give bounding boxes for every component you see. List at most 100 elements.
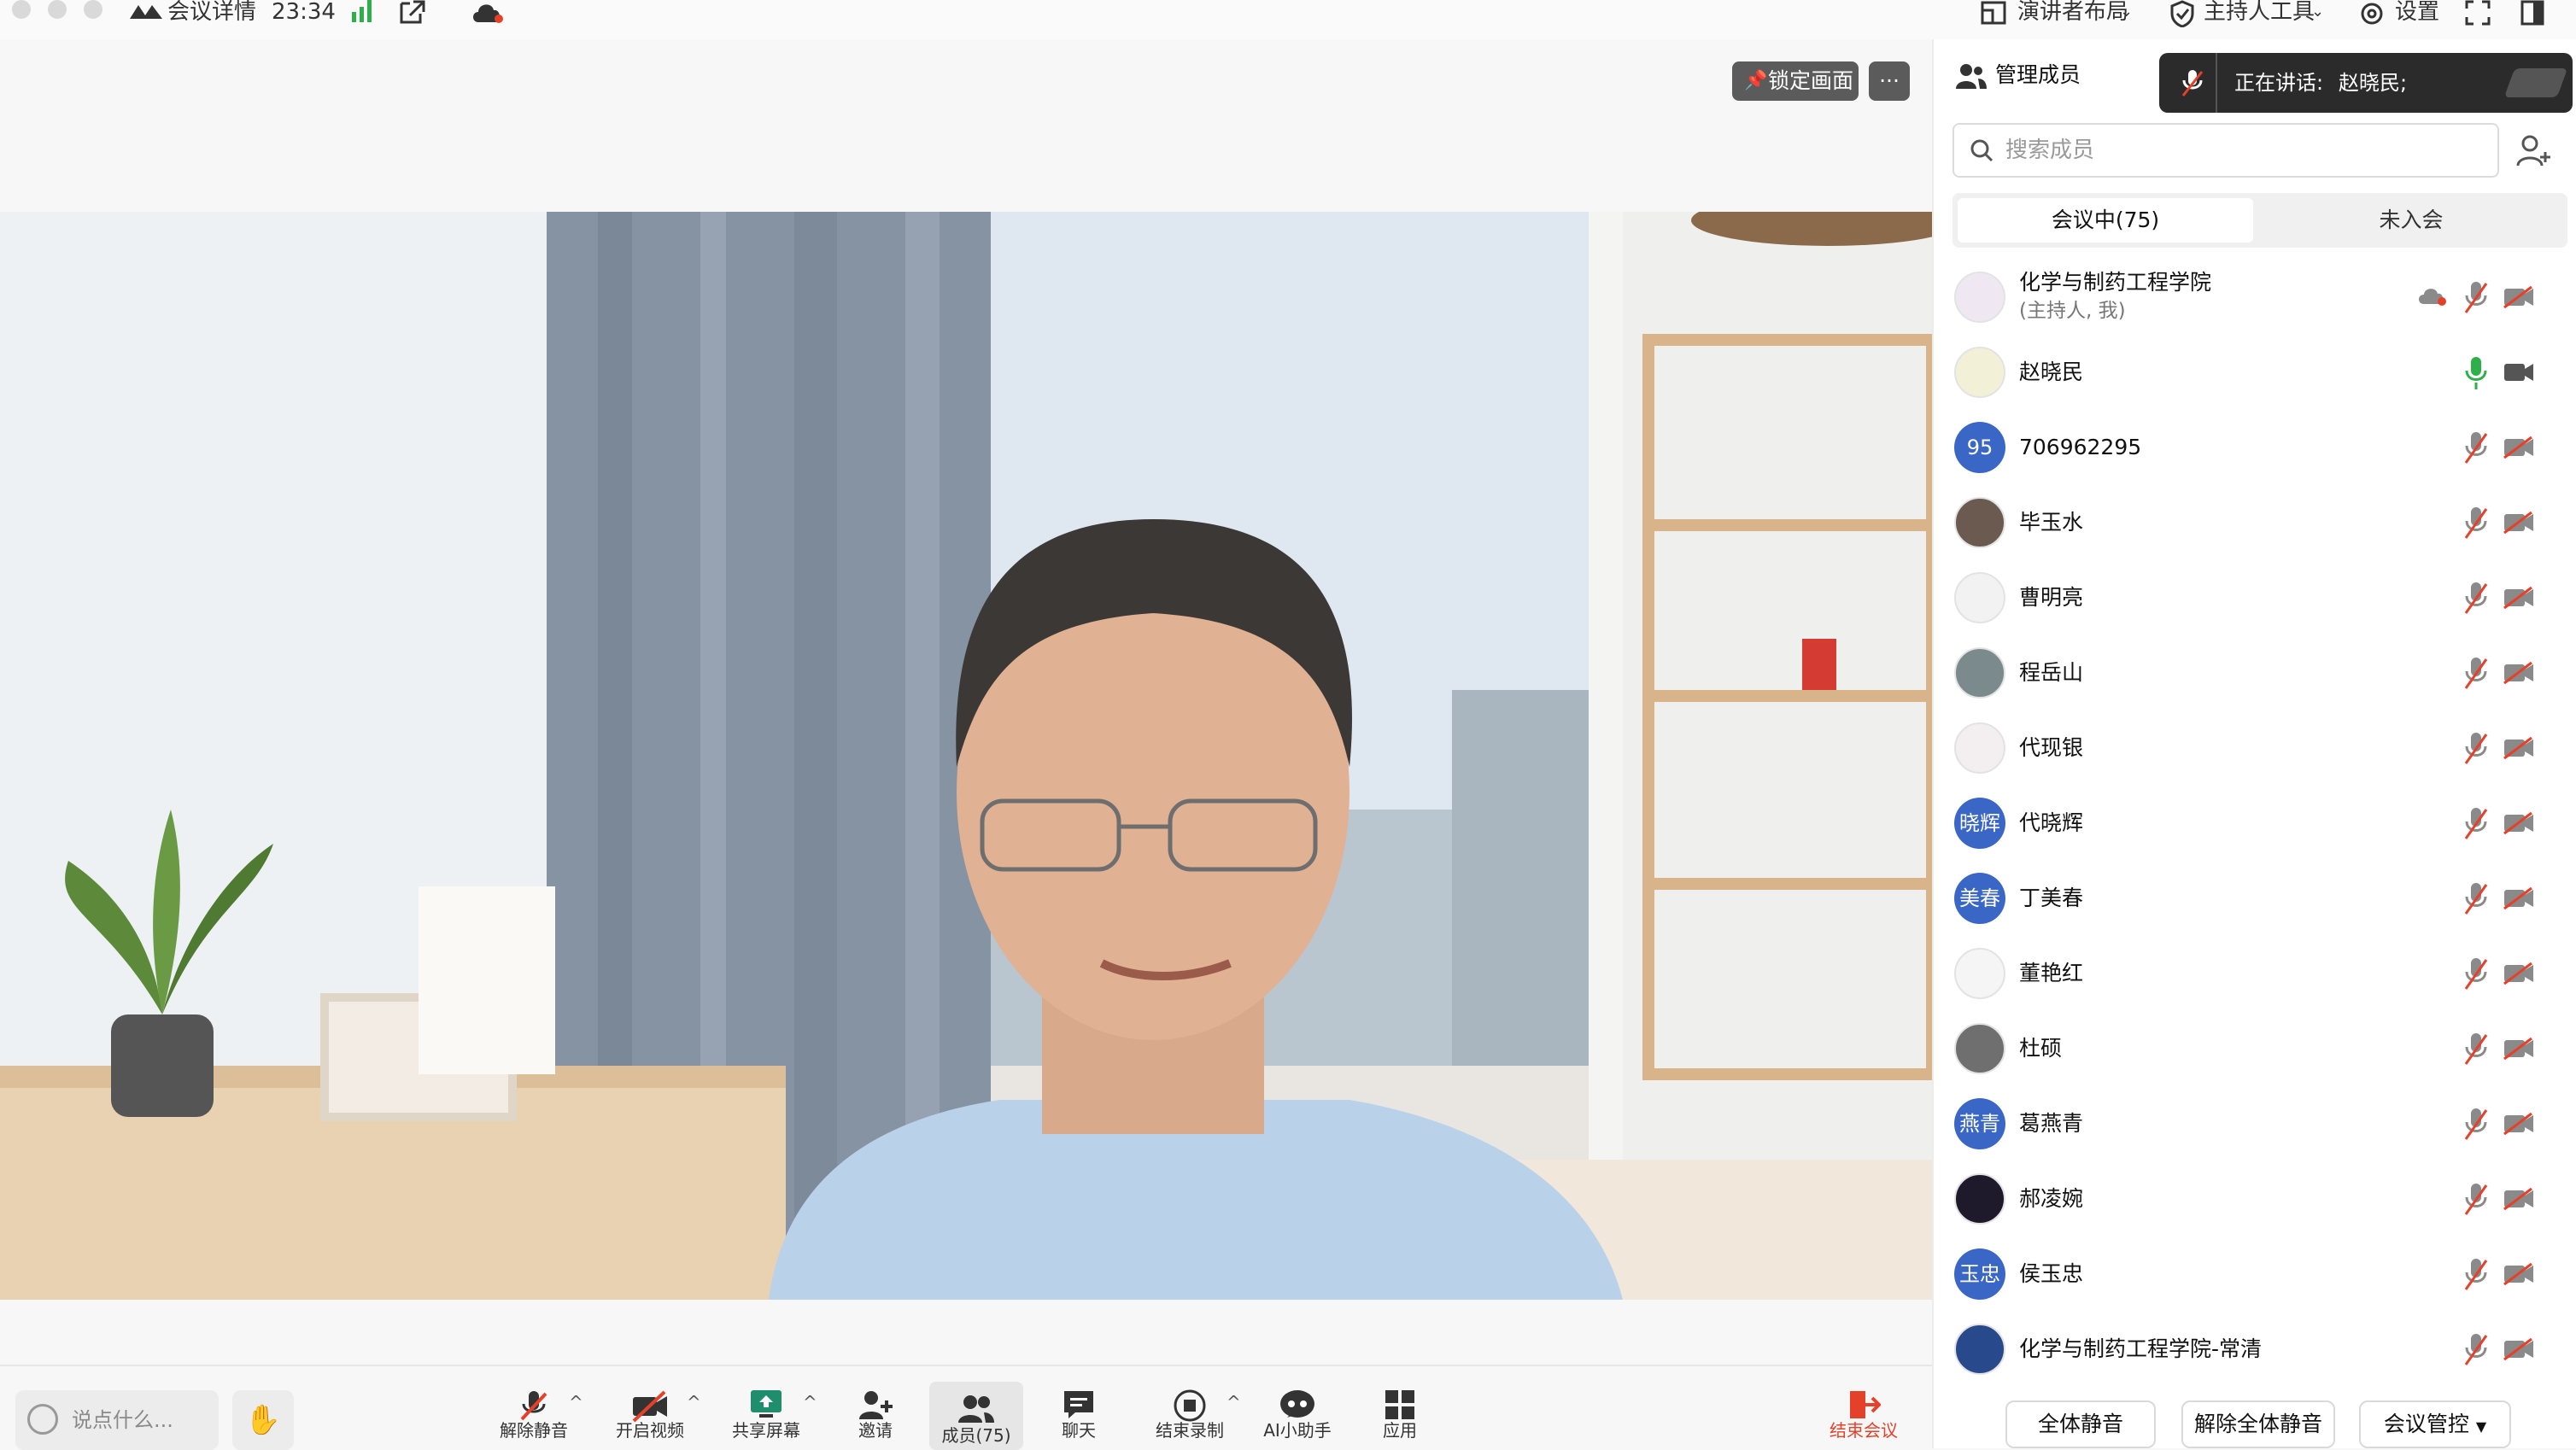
record-stop-icon xyxy=(1143,1366,1237,1422)
caret-up-icon[interactable]: ^ xyxy=(803,1392,817,1412)
camera-on-icon[interactable] xyxy=(2503,360,2535,384)
member-row[interactable]: 董艳红 xyxy=(1934,936,2576,1011)
caret-up-icon[interactable]: ^ xyxy=(687,1392,701,1412)
member-row[interactable]: 玉忠 侯玉忠 xyxy=(1934,1237,2576,1312)
meeting-details-link[interactable]: 会议详情 xyxy=(167,0,256,26)
caret-up-icon[interactable]: ^ xyxy=(569,1392,583,1412)
members-label: 成员(75) xyxy=(941,1425,1011,1446)
mic-off-icon[interactable] xyxy=(2463,804,2489,842)
window-zoom-dot[interactable] xyxy=(84,0,102,19)
chat-placeholder: 说点什么... xyxy=(72,1408,173,1432)
camera-off-icon[interactable] xyxy=(2503,1337,2535,1361)
mic-off-icon[interactable] xyxy=(2463,1330,2489,1368)
window-close-dot[interactable] xyxy=(12,0,31,19)
mic-off-icon[interactable] xyxy=(2463,278,2489,316)
camera-off-icon[interactable] xyxy=(2503,285,2535,309)
host-tools-dropdown[interactable]: 主持人工具 xyxy=(2204,0,2315,26)
mic-off-icon[interactable] xyxy=(2463,654,2489,692)
tab-in-meeting[interactable]: 会议中(75) xyxy=(1958,198,2253,243)
unmute-all-button[interactable]: 解除全体静音 xyxy=(2181,1400,2335,1448)
mic-off-icon[interactable] xyxy=(2463,1180,2489,1218)
camera-off-icon[interactable] xyxy=(2503,511,2535,535)
camera-off-icon[interactable] xyxy=(2503,886,2535,910)
chat-quick-input[interactable]: 说点什么... xyxy=(15,1390,219,1450)
search-icon xyxy=(1970,138,1993,162)
camera-off-icon[interactable] xyxy=(2503,1262,2535,1286)
member-row[interactable]: 曹明亮 xyxy=(1934,560,2576,635)
member-name: 程岳山 xyxy=(2019,660,2084,685)
member-search-input[interactable]: 搜索成员 xyxy=(1952,123,2499,178)
mic-off-icon[interactable] xyxy=(2463,880,2489,917)
member-name: 丁美春 xyxy=(2019,886,2084,910)
members-button[interactable]: 成员(75) xyxy=(929,1382,1023,1450)
camera-off-icon[interactable] xyxy=(2503,586,2535,610)
add-member-icon[interactable] xyxy=(2516,133,2550,167)
fullscreen-icon[interactable] xyxy=(2465,0,2491,26)
end-meeting-button[interactable]: 结束会议 xyxy=(1816,1366,1912,1450)
window-minimize-dot[interactable] xyxy=(48,0,67,19)
camera-off-icon[interactable] xyxy=(2503,661,2535,685)
avatar xyxy=(1954,497,2005,548)
mute-all-button[interactable]: 全体静音 xyxy=(2005,1400,2156,1448)
settings-button[interactable]: 设置 xyxy=(2395,0,2439,26)
start-video-button[interactable]: 开启视频 xyxy=(603,1366,697,1450)
camera-off-icon[interactable] xyxy=(2503,1037,2535,1061)
mic-off-icon[interactable] xyxy=(2463,1255,2489,1293)
mic-on-icon[interactable] xyxy=(2463,354,2489,391)
camera-off-icon[interactable] xyxy=(2503,436,2535,459)
camera-off-icon[interactable] xyxy=(2503,736,2535,760)
unmute-button[interactable]: 解除静音 xyxy=(487,1366,581,1450)
lock-view-button[interactable]: 📌 锁定画面 xyxy=(1732,61,1859,101)
member-name: 706962295 xyxy=(2019,435,2142,459)
ai-assistant-button[interactable]: AI小助手 xyxy=(1250,1366,1344,1450)
member-row[interactable]: 毕玉水 xyxy=(1934,485,2576,560)
stop-recording-button[interactable]: 结束录制 xyxy=(1143,1366,1237,1450)
member-row[interactable]: 化学与制药工程学院 (主持人, 我) xyxy=(1934,260,2576,335)
mic-off-icon[interactable] xyxy=(2463,955,2489,992)
more-options-button[interactable]: ··· xyxy=(1869,61,1910,101)
share-screen-icon xyxy=(719,1366,813,1419)
meeting-logo-icon xyxy=(128,0,164,24)
member-row[interactable]: 美春 丁美春 xyxy=(1934,861,2576,936)
mic-off-icon[interactable] xyxy=(2463,504,2489,541)
camera-off-icon[interactable] xyxy=(2503,1112,2535,1136)
avatar xyxy=(1954,722,2005,774)
meeting-control-dropdown[interactable]: 会议管控 ▼ xyxy=(2359,1400,2511,1448)
mic-off-icon[interactable] xyxy=(2463,429,2489,466)
network-signal-icon[interactable] xyxy=(350,0,374,22)
member-row[interactable]: 杜硕 xyxy=(1934,1011,2576,1086)
avatar: 玉忠 xyxy=(1954,1248,2005,1300)
emoji-icon[interactable] xyxy=(27,1404,58,1435)
mic-off-icon[interactable] xyxy=(2463,1030,2489,1067)
member-row[interactable]: 晓辉 代晓辉 xyxy=(1934,786,2576,861)
avatar xyxy=(1954,948,2005,999)
raise-hand-icon[interactable]: ✋ xyxy=(232,1390,294,1450)
member-row[interactable]: 程岳山 xyxy=(1934,635,2576,710)
camera-off-icon[interactable] xyxy=(2503,1187,2535,1211)
camera-off-icon[interactable] xyxy=(2503,962,2535,985)
mic-off-icon[interactable] xyxy=(2463,579,2489,617)
member-row[interactable]: 燕青 葛燕青 xyxy=(1934,1086,2576,1161)
mic-off-icon[interactable] xyxy=(2463,729,2489,767)
member-row[interactable]: 95 706962295 xyxy=(1934,410,2576,485)
tab-not-joined[interactable]: 未入会 xyxy=(2260,198,2562,243)
caret-up-icon[interactable]: ^ xyxy=(1227,1392,1241,1412)
chat-button[interactable]: 聊天 xyxy=(1032,1366,1126,1450)
mic-off-icon[interactable] xyxy=(2463,1105,2489,1143)
share-screen-button[interactable]: 共享屏幕 xyxy=(719,1366,813,1450)
camera-off-icon[interactable] xyxy=(2503,811,2535,835)
cloud-recording-icon[interactable] xyxy=(471,0,506,26)
member-row[interactable]: 代现银 xyxy=(1934,710,2576,786)
popout-window-icon[interactable] xyxy=(398,0,427,26)
member-row[interactable]: 郝凌婉 xyxy=(1934,1161,2576,1237)
member-row[interactable]: 化学与制药工程学院-常清 xyxy=(1934,1312,2576,1387)
layout-icon[interactable] xyxy=(1980,0,2007,26)
member-row[interactable]: 赵晓民 xyxy=(1934,335,2576,410)
invite-button[interactable]: 邀请 xyxy=(828,1366,922,1450)
mic-speaking-icon xyxy=(2180,68,2205,97)
gear-icon[interactable] xyxy=(2357,0,2386,27)
speaker-layout-dropdown[interactable]: 演讲者布局 xyxy=(2017,0,2128,26)
sidebar-toggle-icon[interactable] xyxy=(2520,0,2545,26)
member-name: 代晓辉 xyxy=(2019,810,2084,835)
apps-button[interactable]: 应用 xyxy=(1353,1366,1447,1450)
